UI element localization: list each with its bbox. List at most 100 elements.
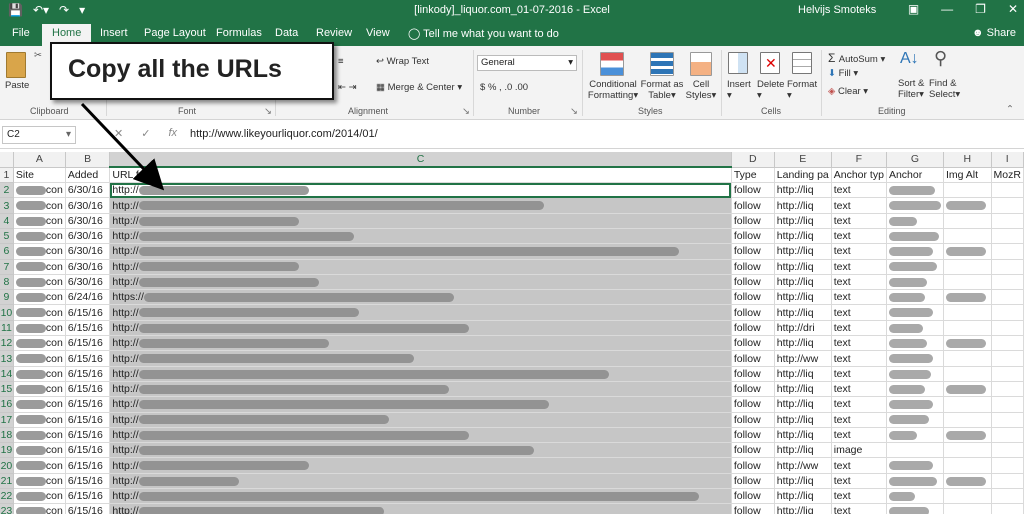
number-dialog-launcher-icon[interactable]: ↘ <box>570 106 578 117</box>
alignment-dialog-launcher-icon[interactable]: ↘ <box>462 106 470 117</box>
restore-icon[interactable]: ❐ <box>975 2 986 16</box>
cell-site[interactable]: con <box>13 259 66 275</box>
cell-type[interactable]: follow <box>731 182 775 199</box>
undo-icon[interactable]: ↶▾ <box>33 3 49 17</box>
cell-moz[interactable] <box>991 197 1024 214</box>
column-header-g[interactable]: G <box>886 152 944 168</box>
header-cell-img-alt[interactable]: Img Alt <box>943 167 992 184</box>
row-header[interactable]: 2 <box>0 182 14 199</box>
cell-landing[interactable]: http://liq <box>774 396 832 413</box>
cell-type[interactable]: follow <box>731 197 775 214</box>
tab-view[interactable]: View <box>366 27 390 39</box>
column-header-a[interactable]: A <box>13 152 66 168</box>
cell-type[interactable]: follow <box>731 243 775 260</box>
cell-url[interactable]: http:// <box>109 259 732 275</box>
row-header[interactable]: 6 <box>0 243 14 260</box>
cell-url[interactable]: http:// <box>109 457 732 474</box>
cell-type[interactable]: follow <box>731 381 775 398</box>
cell-img-alt[interactable] <box>943 243 992 260</box>
merge-center-button[interactable]: ▦ Merge & Center ▾ <box>376 82 462 93</box>
tell-me-search[interactable]: ◯ Tell me what you want to do <box>408 27 559 40</box>
cell-img-alt[interactable] <box>943 412 992 428</box>
column-header-h[interactable]: H <box>943 152 992 168</box>
sort-filter-button[interactable]: Sort & Filter▾ <box>898 78 924 100</box>
cell-moz[interactable] <box>991 427 1024 444</box>
redo-icon[interactable]: ↷ <box>59 3 69 17</box>
sort-filter-icon[interactable]: A↓ <box>900 50 919 68</box>
cell-anchor[interactable] <box>886 457 944 474</box>
row-header[interactable]: 22 <box>0 488 14 505</box>
cell-added[interactable]: 6/30/16 <box>65 197 111 214</box>
cell-moz[interactable] <box>991 350 1024 367</box>
cell-site[interactable]: con <box>13 412 66 428</box>
cell-anchor-type[interactable]: text <box>831 289 887 306</box>
number-format-dropdown[interactable]: General ▾ <box>477 55 577 71</box>
cell-anchor[interactable] <box>886 320 944 337</box>
indent-icon[interactable]: ⇤ ⇥ <box>338 82 357 93</box>
cell-moz[interactable] <box>991 366 1024 382</box>
cell-landing[interactable]: http://liq <box>774 335 832 352</box>
cell-img-alt[interactable] <box>943 304 992 321</box>
format-as-table-button[interactable]: Format as Table▾ <box>640 79 684 101</box>
cell-url[interactable]: http:// <box>109 366 732 382</box>
cell-site[interactable]: con <box>13 381 66 398</box>
cell-img-alt[interactable] <box>943 197 992 214</box>
cell-added[interactable]: 6/15/16 <box>65 427 111 444</box>
autosum-button[interactable]: Σ AutoSum ▾ <box>828 51 885 65</box>
cell-url[interactable]: https:// <box>109 289 732 306</box>
tab-file[interactable]: File <box>12 27 30 39</box>
cell-moz[interactable] <box>991 228 1024 245</box>
cell-landing[interactable]: http://liq <box>774 228 832 245</box>
row-header[interactable]: 4 <box>0 213 14 229</box>
cell-type[interactable]: follow <box>731 366 775 382</box>
cell-moz[interactable] <box>991 473 1024 490</box>
cell-img-alt[interactable] <box>943 381 992 398</box>
cell-anchor[interactable] <box>886 427 944 444</box>
cell-site[interactable]: con <box>13 213 66 229</box>
header-cell-url[interactable]: URL from <box>109 167 732 184</box>
cell-img-alt[interactable] <box>943 457 992 474</box>
row-header[interactable]: 18 <box>0 427 14 444</box>
minimize-icon[interactable]: — <box>941 2 953 16</box>
cell-site[interactable]: con <box>13 243 66 260</box>
ribbon-display-icon[interactable]: ▣ <box>908 2 919 16</box>
cell-anchor-type[interactable]: text <box>831 366 887 382</box>
cell-landing[interactable]: http://liq <box>774 488 832 505</box>
cell-img-alt[interactable] <box>943 289 992 306</box>
cell-added[interactable]: 6/15/16 <box>65 304 111 321</box>
magnifier-icon[interactable]: ⚲ <box>934 48 947 69</box>
cell-anchor-type[interactable]: text <box>831 427 887 444</box>
cell-img-alt[interactable] <box>943 503 992 514</box>
cell-type[interactable]: follow <box>731 412 775 428</box>
cell-added[interactable]: 6/15/16 <box>65 473 111 490</box>
wrap-text-button[interactable]: ↩ Wrap Text <box>376 56 429 67</box>
cell-moz[interactable] <box>991 381 1024 398</box>
tab-formulas[interactable]: Formulas <box>216 27 262 39</box>
cell-moz[interactable] <box>991 488 1024 505</box>
column-header-b[interactable]: B <box>65 152 111 168</box>
cell-type[interactable]: follow <box>731 427 775 444</box>
cell-moz[interactable] <box>991 335 1024 352</box>
cell-url[interactable]: http:// <box>109 274 732 291</box>
cell-url[interactable]: http:// <box>109 412 732 428</box>
clear-button[interactable]: ◈ Clear ▾ <box>828 86 868 97</box>
cell-landing[interactable]: http://liq <box>774 473 832 490</box>
cell-anchor[interactable] <box>886 289 944 306</box>
decimal-icon[interactable]: .0 .00 <box>504 82 528 93</box>
save-icon[interactable]: 💾 <box>8 3 23 17</box>
cell-type[interactable]: follow <box>731 503 775 514</box>
cell-anchor[interactable] <box>886 381 944 398</box>
cell-anchor-type[interactable]: text <box>831 457 887 474</box>
cell-url[interactable]: http:// <box>109 243 732 260</box>
row-header[interactable]: 10 <box>0 304 14 321</box>
cell-url[interactable]: http:// <box>109 197 732 214</box>
cell-url[interactable]: http:// <box>109 350 732 367</box>
number-format-buttons[interactable]: $ % , .0 .00 <box>480 82 528 93</box>
cell-img-alt[interactable] <box>943 274 992 291</box>
cell-anchor[interactable] <box>886 304 944 321</box>
header-cell-added[interactable]: Added <box>65 167 111 184</box>
cell-landing[interactable]: http://liq <box>774 197 832 214</box>
column-header-f[interactable]: F <box>831 152 887 168</box>
cell-anchor-type[interactable]: text <box>831 412 887 428</box>
header-cell-type[interactable]: Type <box>731 167 775 184</box>
